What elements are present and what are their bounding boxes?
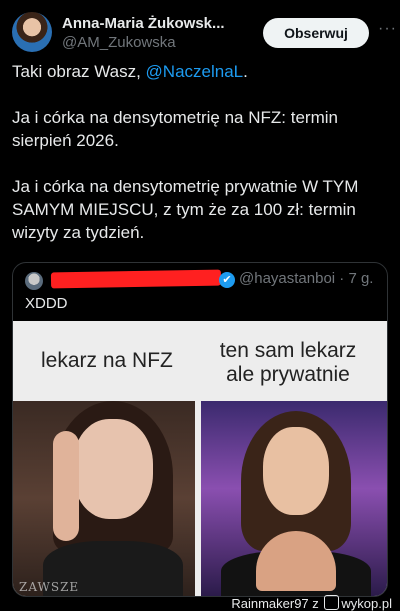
redacted-author-name — [50, 269, 222, 289]
tweet-line1-suffix: . — [243, 62, 248, 81]
quoted-meta[interactable]: @hayastanboi · 7 g. — [239, 270, 373, 287]
footer-connector: z — [312, 596, 319, 611]
tweet-line1-prefix: Taki obraz Wasz, — [12, 62, 146, 81]
wykop-footer: Rainmaker97 z wykop.pl — [231, 595, 392, 611]
meme-caption-left: lekarz na NFZ — [41, 349, 173, 372]
author-name[interactable]: Anna-Maria Żukowsk... — [62, 15, 225, 32]
quoted-text: XDDD — [25, 295, 68, 312]
tweet-text: Taki obraz Wasz, @NaczelnaL. Ja i córka … — [12, 60, 388, 267]
meme-photo-left: ZAWSZE — [13, 401, 195, 596]
wykop-logo-icon — [324, 595, 340, 610]
author-avatar[interactable] — [12, 12, 52, 52]
meme-caption-right: ten sam lekarz ale prywatnie — [219, 339, 357, 386]
author-handle[interactable]: @AM_Zukowska — [62, 34, 176, 51]
photo-face — [73, 419, 153, 519]
follow-button[interactable]: Obserwuj — [263, 18, 369, 48]
quoted-tweet[interactable]: ✔ @hayastanboi · 7 g. XDDD lekarz na NFZ… — [12, 262, 388, 597]
tweet-paragraph-2: Ja i córka na densytometrię na NFZ: term… — [12, 108, 338, 150]
verified-badge-icon: ✔ — [219, 272, 235, 288]
tweet-header: Anna-Maria Żukowsk... @AM_Zukowska Obser… — [12, 12, 396, 56]
tweet-paragraph-3: Ja i córka na densytometrię prywatnie W … — [12, 177, 359, 242]
footer-user[interactable]: Rainmaker97 — [231, 596, 308, 611]
more-options-icon[interactable]: ··· — [378, 20, 397, 38]
footer-site[interactable]: wykop.pl — [341, 596, 392, 611]
meme-watermark: ZAWSZE — [19, 580, 80, 594]
meme-image[interactable]: lekarz na NFZ ten sam lekarz ale prywatn… — [13, 321, 387, 596]
tweet-paragraph-1: Taki obraz Wasz, @NaczelnaL. — [12, 60, 388, 83]
quoted-author-avatar[interactable] — [25, 272, 43, 290]
mention-link[interactable]: @NaczelnaL — [146, 62, 244, 81]
meme-photo-right — [201, 401, 387, 596]
middle-finger — [53, 431, 79, 541]
photo-face — [263, 427, 329, 515]
